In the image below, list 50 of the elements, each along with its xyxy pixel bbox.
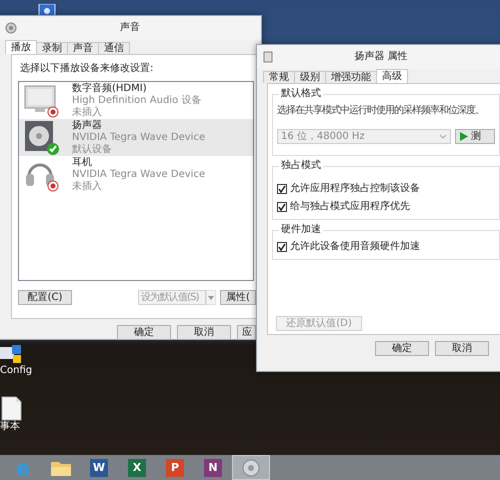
device-name: 扬声器 <box>72 120 103 132</box>
checkbox[interactable] <box>277 202 287 212</box>
dialog-button[interactable]: 取消 <box>435 341 489 356</box>
icon-label: 事本 <box>0 421 20 433</box>
tab[interactable]: 增强功能 <box>325 71 377 83</box>
configure-button[interactable]: 配置(C) <box>18 290 72 305</box>
tab[interactable]: 播放 <box>5 40 37 54</box>
group-heading: 默认格式 <box>279 88 323 100</box>
tab[interactable]: 级别 <box>294 71 326 83</box>
device-driver: NVIDIA Tegra Wave Device <box>72 168 206 180</box>
checkbox[interactable] <box>277 184 287 194</box>
device-status: 未插入 <box>72 180 103 192</box>
group-heading: 独占模式 <box>279 160 323 172</box>
dropdown-arrow-icon[interactable] <box>206 290 216 305</box>
properties-button[interactable]: 属性( <box>220 290 256 305</box>
tab[interactable]: 通信 <box>98 42 130 54</box>
device-driver: High Definition Audio 设备 <box>72 94 202 106</box>
config-icon[interactable] <box>0 343 22 365</box>
device-row[interactable]: 耳机 NVIDIA Tegra Wave Device 未插入 <box>19 156 253 193</box>
dialog-button[interactable]: 取消 <box>177 325 231 340</box>
chevron-icon <box>439 134 447 140</box>
window-title: 扬声器 属性 <box>354 51 408 63</box>
device-status: 默认设备 <box>72 144 113 156</box>
app-icon[interactable] <box>38 4 56 16</box>
group-heading: 硬件加速 <box>279 224 323 236</box>
device-driver: NVIDIA Tegra Wave Device <box>72 132 206 144</box>
checkbox-label[interactable]: 给与独占模式应用程序优先 <box>290 201 410 213</box>
checkbox[interactable] <box>277 242 287 252</box>
description-text: 选择在共享模式中运行时使用的采样频率和位深度。 <box>277 105 484 117</box>
icon-label: Config <box>0 365 32 377</box>
device-name: 数字音频(HDMI) <box>72 82 148 94</box>
test-button[interactable]: 测 <box>455 129 495 144</box>
checkbox-label[interactable]: 允许应用程序独占控制该设备 <box>290 183 420 195</box>
document-icon <box>263 51 273 63</box>
speaker-icon <box>5 22 17 34</box>
tab[interactable]: 录制 <box>36 42 68 54</box>
window-title: 声音 <box>120 22 140 34</box>
dialog-button[interactable]: 确定 <box>117 325 171 340</box>
tab[interactable]: 高级 <box>376 69 408 83</box>
tab[interactable]: 常规 <box>263 71 295 83</box>
dialog-button[interactable]: 确定 <box>375 341 429 356</box>
device-row[interactable]: 扬声器 NVIDIA Tegra Wave Device 默认设备 <box>19 119 253 156</box>
instruction-text: 选择以下播放设备来修改设置: <box>20 63 154 75</box>
tab[interactable]: 声音 <box>67 42 99 54</box>
device-status: 未插入 <box>72 106 103 118</box>
play-icon <box>460 132 468 141</box>
dialog-button[interactable]: 应 <box>237 325 256 340</box>
device-name: 耳机 <box>72 156 93 168</box>
notepad-icon[interactable] <box>0 395 22 421</box>
device-row[interactable]: 数字音频(HDMI) High Definition Audio 设备 未插入 <box>19 82 253 119</box>
